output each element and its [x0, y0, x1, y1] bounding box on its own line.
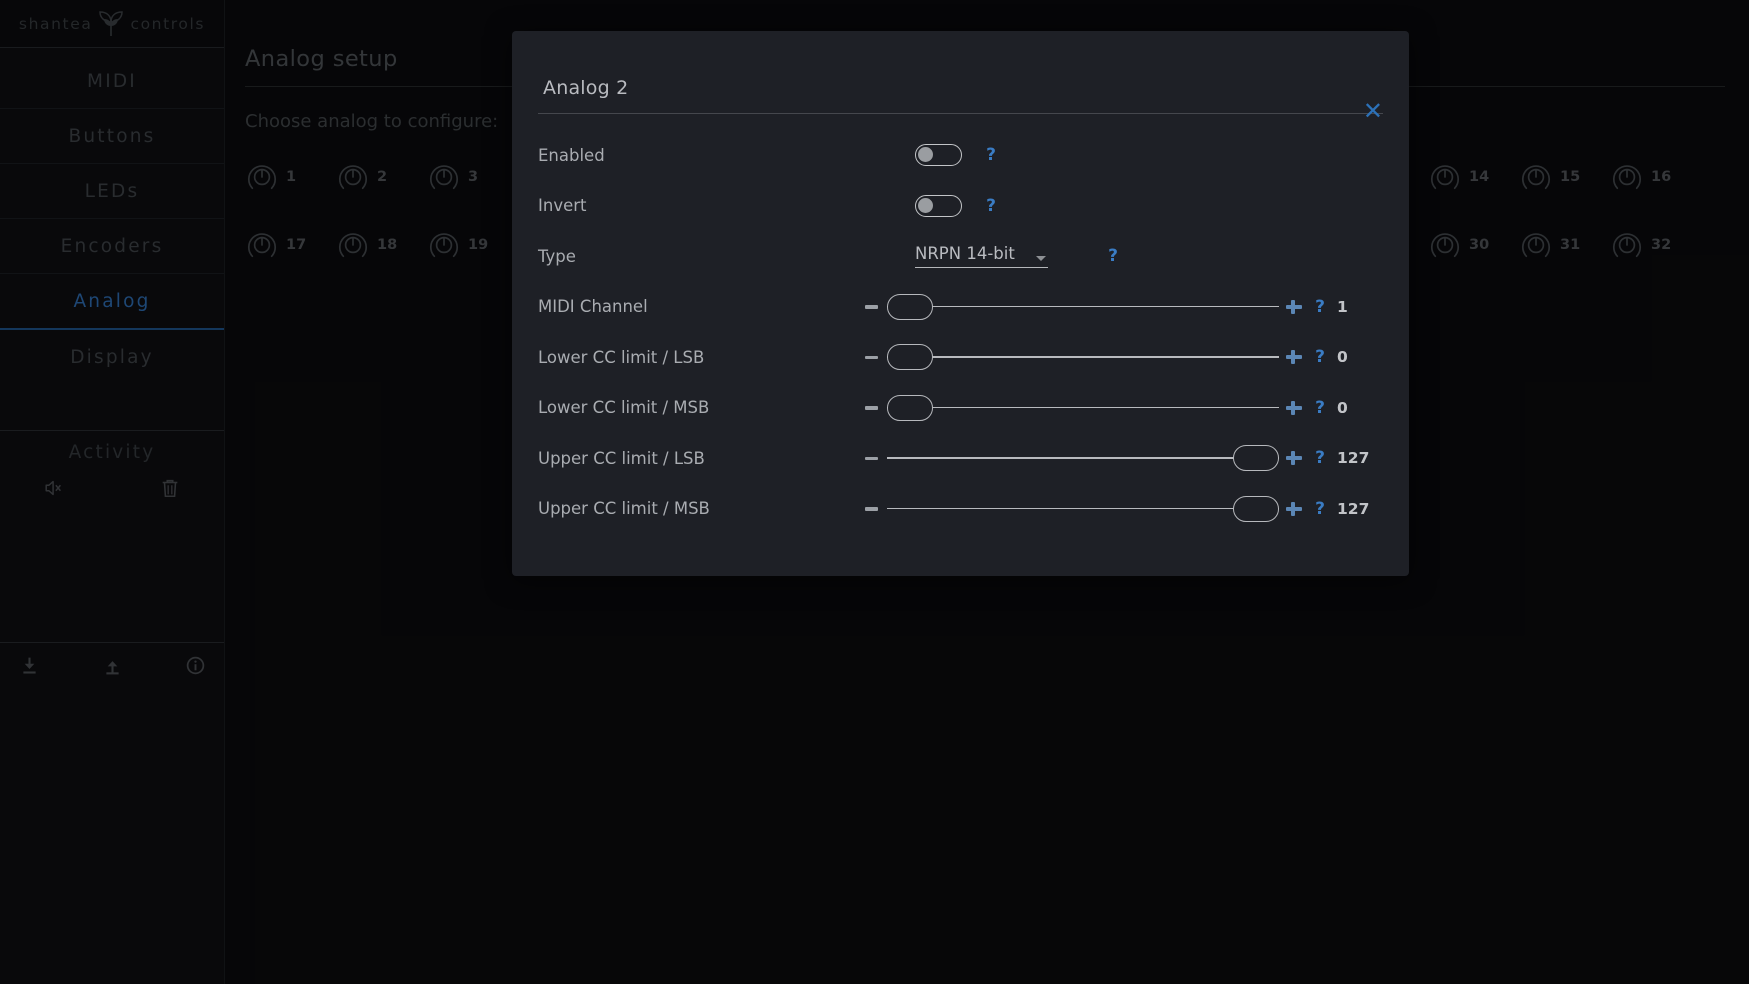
value-slider[interactable]	[887, 293, 1279, 320]
help-icon[interactable]: ?	[1303, 347, 1337, 367]
row-label: Upper CC limit / LSB	[538, 448, 705, 468]
slider-value: 127	[1337, 449, 1370, 468]
slider-thumb[interactable]	[887, 293, 933, 320]
row-label: Upper CC limit / MSB	[538, 499, 710, 519]
slider-thumb[interactable]	[887, 394, 933, 421]
slider-value: 0	[1337, 348, 1348, 367]
slider-value: 1	[1337, 297, 1348, 316]
row-label: Type	[538, 246, 576, 266]
value-slider[interactable]	[887, 344, 1279, 371]
dialog-row-lower-cc-limit-msb: Lower CC limit / MSB? 0	[538, 383, 1383, 434]
decrement-button[interactable]	[863, 399, 881, 417]
decrement-button[interactable]	[863, 348, 881, 366]
row-label: Invert	[538, 196, 587, 216]
row-label: Lower CC limit / MSB	[538, 398, 710, 418]
slider-track	[887, 457, 1279, 459]
close-icon[interactable]: ✕	[1363, 99, 1383, 123]
toggle-switch[interactable]	[915, 194, 962, 217]
row-control: NRPN 14-bit?	[895, 244, 1383, 269]
analog-config-dialog: Analog 2 ✕ Enabled? Invert? Type NRPN 14-bi…	[512, 31, 1409, 576]
chevron-down-icon	[1036, 256, 1046, 262]
help-icon[interactable]: ?	[1303, 297, 1337, 317]
row-control: ? 127	[863, 445, 1383, 472]
dialog-header: Analog 2 ✕	[512, 31, 1409, 123]
value-slider[interactable]	[887, 394, 1279, 421]
slider-track	[887, 507, 1279, 510]
app-root: shantea controls MIDI Buttons LEDs Encod…	[0, 0, 1749, 984]
row-control: ? 127	[863, 495, 1383, 522]
toggle-knob	[918, 197, 933, 213]
slider-thumb[interactable]	[1233, 495, 1279, 522]
increment-button[interactable]	[1285, 298, 1303, 316]
increment-button[interactable]	[1285, 500, 1303, 518]
help-icon[interactable]: ?	[1096, 246, 1130, 266]
dialog-body: Enabled? Invert? Type NRPN 14-bit? MIDI Chan…	[512, 114, 1409, 534]
increment-button[interactable]	[1285, 399, 1303, 417]
row-control: ?	[895, 144, 1383, 167]
decrement-button[interactable]	[863, 500, 881, 518]
slider-value: 0	[1337, 398, 1348, 417]
decrement-button[interactable]	[863, 449, 881, 467]
increment-button[interactable]	[1285, 348, 1303, 366]
type-select-value: NRPN 14-bit	[915, 244, 1015, 264]
slider-thumb[interactable]	[1233, 445, 1279, 472]
value-slider[interactable]	[887, 445, 1279, 472]
help-icon[interactable]: ?	[1303, 448, 1337, 468]
dialog-title: Analog 2	[543, 77, 629, 99]
slider-track	[887, 305, 1279, 308]
row-control: ? 0	[863, 344, 1383, 371]
dialog-row-lower-cc-limit-lsb: Lower CC limit / LSB? 0	[538, 332, 1383, 383]
toggle-switch[interactable]	[915, 144, 962, 167]
increment-button[interactable]	[1285, 449, 1303, 467]
dialog-row-enabled: Enabled?	[538, 130, 1383, 181]
help-icon[interactable]: ?	[1303, 499, 1337, 519]
slider-track	[887, 356, 1279, 358]
value-slider[interactable]	[887, 495, 1279, 522]
row-control: ? 1	[863, 293, 1383, 320]
row-label: Enabled	[538, 145, 605, 165]
dialog-row-midi-channel: MIDI Channel? 1	[538, 282, 1383, 333]
row-control: ?	[895, 194, 1383, 217]
type-select[interactable]: NRPN 14-bit	[915, 244, 1048, 269]
decrement-button[interactable]	[863, 298, 881, 316]
slider-thumb[interactable]	[887, 344, 933, 371]
dialog-row-invert: Invert?	[538, 181, 1383, 232]
help-icon[interactable]: ?	[974, 145, 1008, 165]
dialog-row-upper-cc-limit-lsb: Upper CC limit / LSB? 127	[538, 433, 1383, 484]
row-label: Lower CC limit / LSB	[538, 347, 705, 367]
slider-value: 127	[1337, 499, 1370, 518]
toggle-knob	[918, 147, 933, 163]
dialog-row-upper-cc-limit-msb: Upper CC limit / MSB? 127	[538, 484, 1383, 535]
help-icon[interactable]: ?	[1303, 398, 1337, 418]
row-control: ? 0	[863, 394, 1383, 421]
slider-track	[887, 406, 1279, 409]
help-icon[interactable]: ?	[974, 196, 1008, 216]
row-label: MIDI Channel	[538, 297, 648, 317]
dialog-row-type: Type NRPN 14-bit?	[538, 231, 1383, 282]
